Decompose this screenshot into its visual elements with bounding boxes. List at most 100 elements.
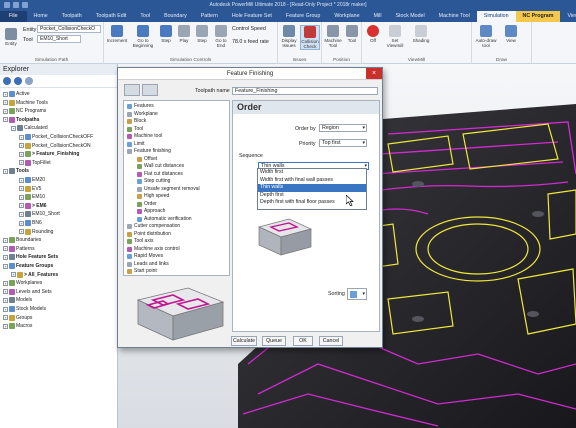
tab-pattern[interactable]: Pattern	[194, 11, 225, 22]
home-icon[interactable]	[25, 77, 33, 85]
display-issues-button[interactable]: Display Issues	[279, 25, 299, 48]
expand-icon[interactable]: +	[3, 315, 8, 321]
tab-stock-model[interactable]: Stock Model	[389, 11, 432, 22]
expand-icon[interactable]: +	[3, 254, 8, 260]
order-by-select[interactable]: Region ▾	[319, 124, 367, 132]
auto-draw-tool-button[interactable]: Auto-draw tool	[474, 25, 498, 48]
dialog-nav-item[interactable]: Unsafe segment removal	[137, 186, 200, 194]
tab-nc-program[interactable]: NC Program	[515, 11, 561, 22]
viewmill-off-button[interactable]: Off	[365, 25, 381, 43]
step-forward-button[interactable]: Step	[194, 25, 210, 43]
shading-button[interactable]: Shading	[410, 25, 432, 43]
sequence-option[interactable]: Width first	[258, 169, 366, 177]
dialog-nav-item[interactable]: Limit	[127, 141, 145, 149]
expand-icon[interactable]: +	[3, 100, 8, 106]
step-back-button[interactable]: Step	[158, 25, 174, 43]
dialog-nav-item[interactable]: Offset	[137, 156, 157, 164]
dialog-nav-item[interactable]: Cutter compensation	[127, 223, 180, 231]
expand-icon[interactable]: +	[19, 211, 24, 217]
close-icon[interactable]: ×	[366, 68, 382, 79]
dialog-nav-item[interactable]: Flat cut distances	[137, 171, 183, 179]
expand-icon[interactable]: +	[19, 177, 24, 183]
dialog-nav-item[interactable]: Machine axis control	[127, 246, 180, 254]
expand-icon[interactable]: +	[19, 160, 24, 166]
machine-tool-button[interactable]: Machine Tool	[323, 25, 343, 48]
sequence-option[interactable]: Width first with final wall passes	[258, 177, 366, 185]
collision-check-button[interactable]: Collision Check	[300, 25, 320, 50]
explorer-item[interactable]: + NC Programs	[3, 107, 46, 115]
entity-button[interactable]: Entity	[3, 28, 19, 46]
tab-view[interactable]: View	[560, 11, 576, 22]
explorer-item[interactable]: + Boundaries	[3, 236, 41, 244]
expand-icon[interactable]: +	[3, 323, 8, 329]
expand-icon[interactable]: +	[3, 289, 8, 295]
expand-icon[interactable]: +	[11, 272, 16, 278]
expand-icon[interactable]: +	[19, 203, 24, 209]
settings-icon[interactable]	[124, 84, 140, 96]
cancel-button[interactable]: Cancel	[319, 336, 343, 346]
tab-toolpath-edit[interactable]: Toolpath Edit	[89, 11, 134, 22]
explorer-item[interactable]: + Tools	[3, 167, 29, 175]
explorer-item[interactable]: + Active	[3, 90, 30, 98]
play-button[interactable]: Play	[176, 25, 192, 43]
view-button[interactable]: View	[502, 25, 520, 43]
explorer-item[interactable]: + Pocket_CollisionCheckON	[19, 142, 91, 150]
dialog-nav-item[interactable]: Automatic verification	[137, 216, 192, 224]
explorer-item[interactable]: + Pocket_CollisionCheckOFF	[19, 133, 93, 141]
priority-select[interactable]: Top first ▾	[319, 139, 367, 147]
expand-icon[interactable]: +	[3, 108, 8, 114]
expand-icon[interactable]: +	[3, 237, 8, 243]
expand-icon[interactable]: +	[3, 263, 8, 269]
tab-workplane[interactable]: Workplane	[327, 11, 366, 22]
expand-icon[interactable]: +	[19, 151, 24, 157]
go-to-beginning-button[interactable]: Go to Beginning	[130, 25, 156, 48]
explorer-item[interactable]: + > All_Features	[11, 271, 58, 279]
tab-file[interactable]: File	[0, 11, 27, 22]
explorer-item[interactable]: + EM10	[19, 193, 45, 201]
explorer-item[interactable]: + > EM6	[19, 202, 47, 210]
expand-icon[interactable]: +	[11, 125, 16, 131]
explorer-item[interactable]: + Patterns	[3, 245, 35, 253]
increment-button[interactable]: Increment	[106, 25, 128, 43]
tab-simulation[interactable]: Simulation	[476, 11, 516, 22]
explorer-item[interactable]: + BN6	[19, 219, 42, 227]
back-icon[interactable]	[3, 77, 11, 85]
expand-icon[interactable]: +	[3, 306, 8, 312]
explorer-item[interactable]: + > Feature_Finishing	[19, 150, 79, 158]
dialog-nav-item[interactable]: Order	[137, 201, 157, 209]
tab-machine-tool[interactable]: Machine Tool	[432, 11, 477, 22]
explorer-item[interactable]: + Workplanes	[3, 279, 42, 287]
explorer-item[interactable]: + Hole Feature Sets	[3, 253, 58, 261]
explorer-item[interactable]: + Rounding	[19, 228, 53, 236]
dialog-nav-item[interactable]: Block	[127, 118, 146, 126]
toolpath-name-input[interactable]: Feature_Finishing	[232, 87, 378, 95]
tab-hole-feature-set[interactable]: Hole Feature Set	[225, 11, 279, 22]
dialog-nav-item[interactable]: Machine tool	[127, 133, 162, 141]
dialog-nav-item[interactable]: Wall cut distances	[137, 163, 184, 171]
expand-icon[interactable]: +	[3, 280, 8, 286]
template-icon[interactable]	[142, 84, 158, 96]
forward-icon[interactable]	[14, 77, 22, 85]
dialog-nav-item[interactable]: Step cutting	[137, 178, 170, 186]
expand-icon[interactable]: +	[19, 229, 24, 235]
dialog-nav-item[interactable]: Workplane	[127, 111, 158, 119]
expand-icon[interactable]: +	[19, 134, 24, 140]
explorer-item[interactable]: + Feature Groups	[3, 262, 53, 270]
dialog-nav-item[interactable]: High speed	[137, 193, 169, 201]
calculate-button[interactable]: Calculate	[231, 336, 257, 346]
explorer-item[interactable]: + Calculated	[11, 124, 48, 132]
tab-tool[interactable]: Tool	[133, 11, 157, 22]
explorer-item[interactable]: + Macros	[3, 322, 32, 330]
explorer-item[interactable]: + EV5	[19, 185, 41, 193]
dialog-nav-item[interactable]: Tool axis	[127, 238, 153, 246]
expand-icon[interactable]: +	[3, 246, 8, 252]
expand-icon[interactable]: +	[19, 220, 24, 226]
explorer-item[interactable]: + Models	[3, 296, 32, 304]
expand-icon[interactable]: +	[19, 194, 24, 200]
expand-icon[interactable]: +	[3, 91, 8, 97]
tool-combo[interactable]: EM10_Short	[37, 35, 81, 43]
dialog-nav-item[interactable]: Feature finishing	[127, 148, 171, 156]
explorer-item[interactable]: + Levels and Sets	[3, 288, 52, 296]
dialog-nav-item[interactable]: Features	[127, 103, 154, 111]
tab-boundary[interactable]: Boundary	[157, 11, 194, 22]
